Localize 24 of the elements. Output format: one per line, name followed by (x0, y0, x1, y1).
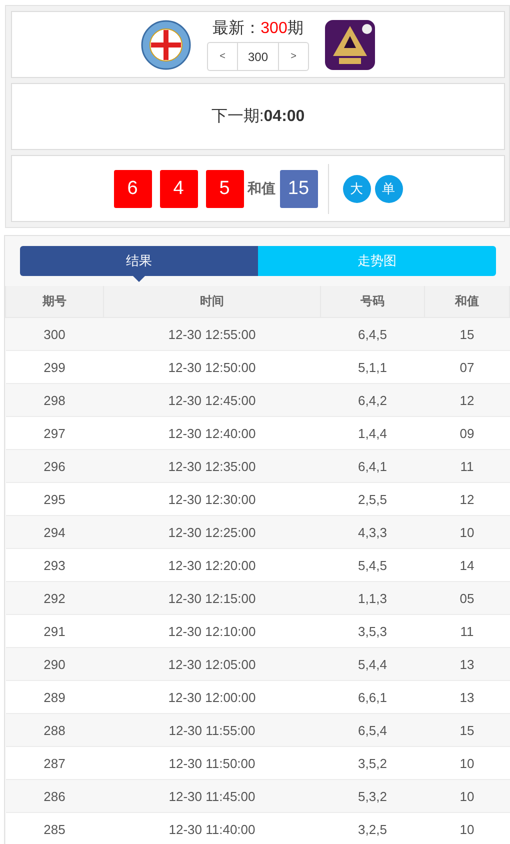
column-header: 期号 (6, 286, 104, 318)
sum-label: 和值 (248, 180, 276, 198)
number-tile: 4 (160, 170, 198, 208)
result-tag: 大 (342, 174, 370, 202)
column-header: 时间 (104, 286, 320, 318)
countdown-text: 下一期:04:00 (211, 107, 305, 127)
result-tag: 单 (374, 174, 402, 202)
column-header: 和值 (424, 286, 510, 318)
column-header: 号码 (320, 286, 424, 318)
sum-tile: 15 (280, 170, 318, 208)
latest-issue: 300 (260, 20, 288, 37)
issue-unit: 期 (287, 20, 304, 37)
latest-label: 最新： (212, 20, 261, 37)
table-cell: 12-30 11:40:00 (104, 812, 320, 844)
previous-button[interactable]: < (207, 42, 237, 71)
next-button[interactable]: > (279, 42, 309, 71)
table-cell: 10 (424, 812, 510, 844)
number-tile: 5 (206, 170, 244, 208)
table-cell: 3,2,5 (320, 812, 424, 844)
number-tile: 6 (114, 170, 152, 208)
club-badge-icon (141, 20, 191, 70)
table-cell: 285 (6, 812, 104, 844)
app-logo-icon (325, 20, 375, 70)
issue-field[interactable]: 300 (237, 42, 279, 71)
